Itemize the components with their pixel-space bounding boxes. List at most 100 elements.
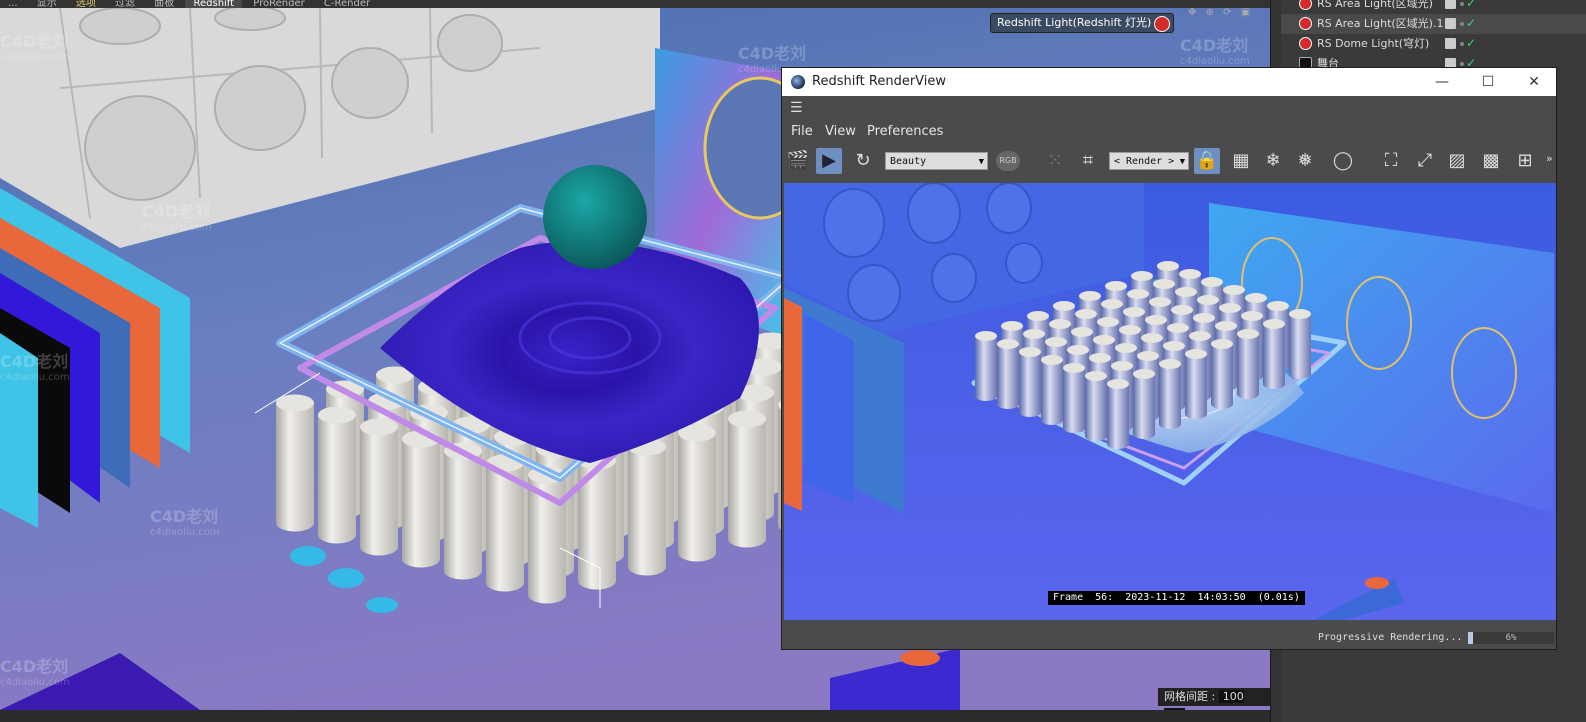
cylinder-top — [360, 418, 398, 436]
render-progress-bar: 6% — [1468, 632, 1554, 644]
cylinder-base — [1289, 369, 1311, 379]
renderview-status-bar: Progressive Rendering... 6% — [782, 624, 1556, 650]
edit-toggle[interactable] — [1445, 0, 1456, 9]
menu-item[interactable]: ... — [0, 0, 26, 8]
cylinder-top — [975, 331, 997, 341]
cylinder-body — [728, 419, 766, 539]
cylinder-base — [1133, 429, 1155, 439]
cylinder-top — [1193, 313, 1215, 323]
cylinder-body — [444, 451, 482, 571]
visibility-dot[interactable] — [1460, 62, 1464, 66]
circle-icon[interactable]: ◯ — [1330, 148, 1356, 174]
cylinder-top — [1215, 321, 1237, 331]
object-row-area-light[interactable]: RS Area Light(区域光) ✓ — [1281, 0, 1586, 14]
grid-icon[interactable]: ▦ — [1228, 148, 1254, 174]
maximize-button[interactable]: ☐ — [1465, 68, 1511, 96]
menu-file[interactable]: File — [791, 122, 813, 142]
edit-toggle[interactable] — [1445, 38, 1456, 49]
snowflake-outline-icon[interactable]: ❅ — [1292, 148, 1318, 174]
cylinder-top — [1127, 289, 1149, 299]
toolbar-overflow-icon[interactable]: » — [1546, 152, 1553, 165]
refresh-icon[interactable]: ↻ — [850, 148, 876, 174]
play-render-icon[interactable]: ▶ — [816, 148, 842, 174]
cylinder-top — [1153, 279, 1175, 289]
cylinder-body — [1185, 354, 1207, 414]
cylinder-body — [360, 427, 398, 547]
cylinder-base — [997, 399, 1019, 409]
cylinder-body — [1211, 344, 1233, 404]
cylinder-body — [1159, 364, 1181, 424]
menu-item-redshift[interactable]: Redshift — [185, 0, 243, 8]
cylinder-base — [276, 514, 314, 532]
cylinder-top — [1063, 363, 1085, 373]
object-row-dome-light[interactable]: RS Dome Light(穹灯) ✓ — [1281, 34, 1586, 54]
compare-icon[interactable]: ▨ — [1444, 148, 1470, 174]
cylinder-top — [1189, 331, 1211, 341]
minimize-button[interactable]: — — [1419, 68, 1465, 96]
edit-toggle[interactable] — [1445, 18, 1456, 29]
menu-item-display[interactable]: 显示 — [29, 0, 65, 8]
visibility-dot[interactable] — [1460, 22, 1464, 26]
object-row-area-light-1[interactable]: RS Area Light(区域光).1 ✓ — [1281, 14, 1586, 34]
cylinder-top — [1245, 293, 1267, 303]
viewport-menu-bar: ... 显示 选项 过滤 面板 Redshift ProRender C-Ren… — [0, 0, 1270, 8]
enabled-check-icon[interactable]: ✓ — [1466, 37, 1476, 49]
visibility-dot[interactable] — [1460, 42, 1464, 46]
render-image[interactable]: Frame 56: 2023-11-12 14:03:50 (0.01s) — [784, 183, 1556, 620]
cylinder-base — [975, 391, 997, 401]
cylinder-top — [1107, 379, 1129, 389]
move-icon[interactable]: ✥ — [1188, 8, 1196, 18]
fit-icon[interactable]: ⤢ — [1412, 148, 1438, 174]
rgb-channel-button[interactable]: RGB — [996, 151, 1020, 171]
cylinder-top — [1097, 317, 1119, 327]
menu-item-options[interactable]: 选项 — [68, 0, 104, 8]
cylinder-top — [1019, 347, 1041, 357]
menu-preferences[interactable]: Preferences — [867, 122, 943, 142]
enabled-check-icon[interactable]: ✓ — [1466, 0, 1476, 9]
dots-grid-icon[interactable]: ⁙ — [1042, 148, 1068, 174]
watermark: C4D老刘 c4dlaoliu.com — [0, 657, 70, 688]
cylinder-base — [728, 530, 766, 548]
menu-view[interactable]: View — [825, 122, 856, 142]
rotate-icon[interactable]: ⟳ — [1223, 8, 1231, 18]
cylinder-body — [1289, 314, 1311, 374]
render-select-value: < Render > — [1114, 156, 1175, 167]
cylinder-top — [1079, 291, 1101, 301]
frame-info-overlay: Frame 56: 2023-11-12 14:03:50 (0.01s) — [1048, 591, 1305, 605]
lock-icon[interactable]: 🔒 — [1194, 148, 1220, 174]
window-titlebar[interactable]: Redshift RenderView — ☐ ✕ — [782, 68, 1556, 96]
enabled-check-icon[interactable]: ✓ — [1466, 17, 1476, 29]
cylinder-top — [1185, 349, 1207, 359]
image-icon[interactable]: ▩ — [1478, 148, 1504, 174]
cinema4d-app-icon — [791, 75, 805, 89]
menu-item-prorender[interactable]: ProRender — [245, 0, 312, 8]
view-icon[interactable]: ▣ — [1241, 8, 1250, 18]
render-select[interactable]: < Render > ▼ — [1109, 152, 1189, 170]
zoom-icon[interactable]: ⊕ — [1206, 8, 1214, 18]
visibility-dot[interactable] — [1460, 2, 1464, 6]
snowflake-icon[interactable]: ❄ — [1260, 148, 1286, 174]
aov-select[interactable]: Beauty ▼ — [885, 152, 988, 170]
cylinder-body — [402, 439, 440, 559]
rs-light-icon — [1154, 16, 1171, 32]
crop-icon[interactable]: ⌗ — [1075, 148, 1101, 174]
cylinder-base — [678, 544, 716, 562]
menu-item-c-render[interactable]: C-Render — [316, 0, 378, 8]
render-scene — [784, 183, 1556, 620]
render-progress-percent: 6% — [1505, 633, 1517, 643]
cylinder-top — [1241, 311, 1263, 321]
menu-item-panel[interactable]: 面板 — [146, 0, 182, 8]
hamburger-menu-icon[interactable]: ☰ — [790, 101, 804, 115]
chevron-down-icon: ▼ — [978, 157, 984, 167]
cylinder-top — [1123, 307, 1145, 317]
focus-icon[interactable]: ⛶ — [1378, 148, 1404, 174]
menu-item-filter[interactable]: 过滤 — [107, 0, 143, 8]
cylinder-top — [1211, 339, 1233, 349]
cylinder-top — [1201, 277, 1223, 287]
cylinder-top — [1237, 329, 1259, 339]
cylinder-body — [628, 447, 666, 567]
cylinder-top — [728, 410, 766, 428]
add-snapshot-icon[interactable]: ⊞ — [1512, 148, 1538, 174]
close-button[interactable]: ✕ — [1511, 68, 1557, 96]
clapper-icon[interactable]: 🎬 — [785, 148, 811, 174]
